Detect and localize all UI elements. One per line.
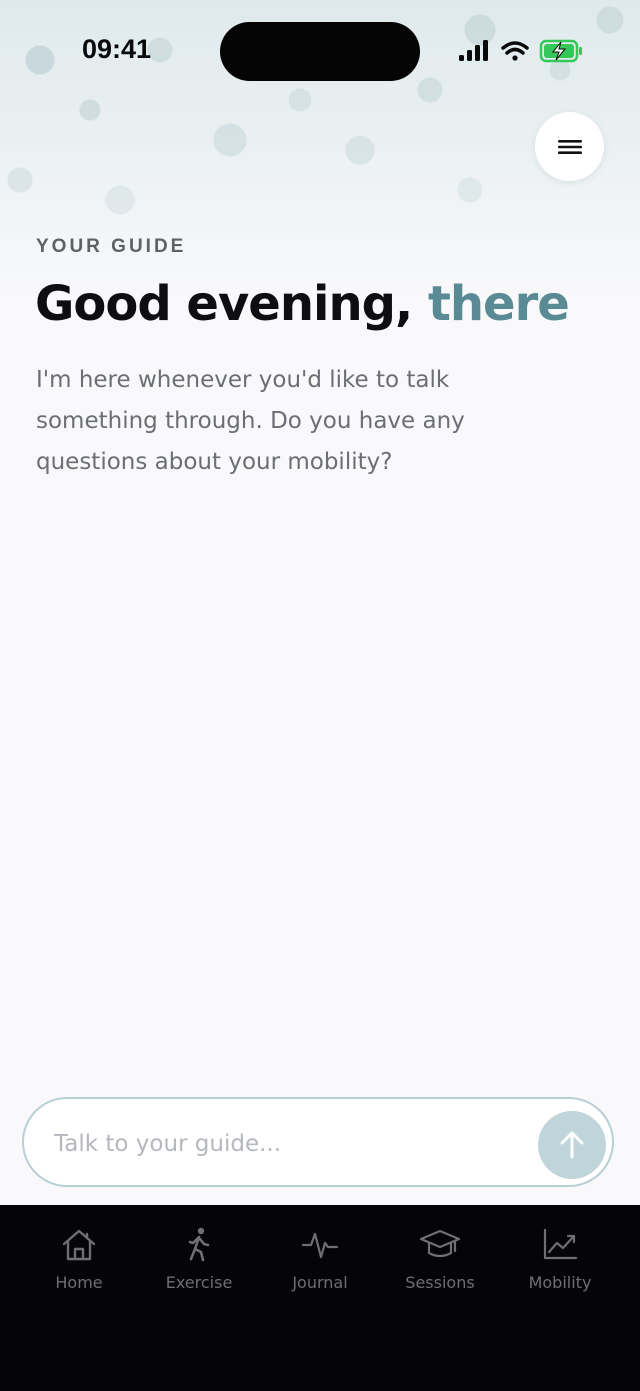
walking-icon	[188, 1227, 210, 1262]
guide-message-input[interactable]	[52, 1121, 526, 1167]
menu-icon	[557, 139, 582, 154]
battery-charging-icon	[539, 39, 582, 63]
tab-mobility[interactable]: Mobility	[496, 1225, 624, 1292]
status-bar: 09:41	[0, 0, 640, 100]
tab-journal[interactable]: Journal	[256, 1225, 384, 1292]
signal-icon	[459, 40, 488, 61]
status-time: 09:41	[82, 34, 152, 64]
graduation-cap-icon	[419, 1229, 461, 1258]
home-icon	[62, 1229, 96, 1261]
greeting-headline: Good evening, there	[35, 276, 570, 332]
send-button[interactable]	[538, 1111, 606, 1179]
pulse-icon	[301, 1232, 339, 1259]
tab-label: Exercise	[165, 1273, 233, 1292]
wifi-icon	[501, 41, 529, 61]
tab-sessions[interactable]: Sessions	[376, 1225, 504, 1292]
section-eyebrow: YOUR GUIDE	[36, 236, 187, 257]
tab-label: Home	[55, 1273, 103, 1292]
tab-label: Mobility	[528, 1273, 592, 1292]
chart-line-icon	[543, 1228, 578, 1260]
arrow-up-icon	[560, 1131, 584, 1159]
dynamic-island	[220, 22, 420, 81]
tab-exercise[interactable]: Exercise	[135, 1225, 263, 1292]
guide-composer	[22, 1097, 614, 1187]
menu-button[interactable]	[535, 112, 604, 181]
tab-bar: Home Exercise Journal Sessions Mobility	[0, 1205, 640, 1391]
tab-home[interactable]: Home	[15, 1225, 143, 1292]
guide-intro-text: I'm here whenever you'd like to talk som…	[36, 367, 465, 475]
greeting-text: Good evening,	[35, 276, 413, 332]
tab-label: Journal	[292, 1273, 348, 1292]
tab-label: Sessions	[405, 1273, 475, 1292]
status-icons	[458, 38, 584, 70]
greeting-name: there	[427, 276, 570, 332]
